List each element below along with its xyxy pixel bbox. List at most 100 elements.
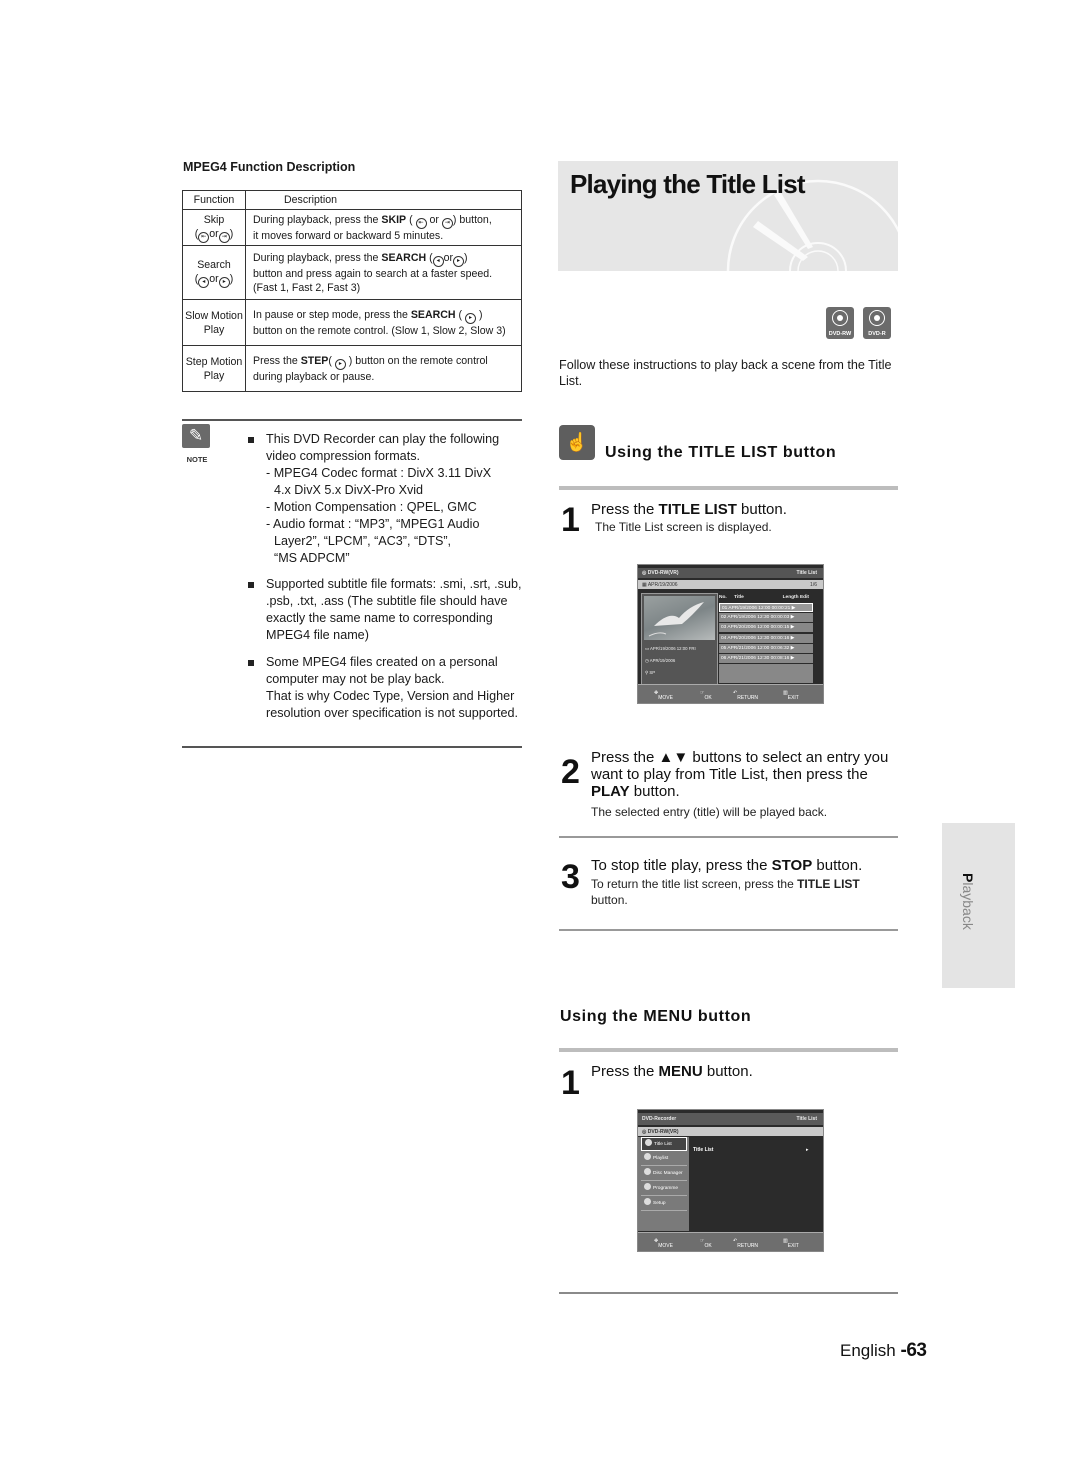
screen-footer: ✥ MOVE ☞ OK ↶ RETURN ▥ EXIT bbox=[638, 1232, 823, 1251]
skip-forward-icon: ⇥ bbox=[218, 231, 230, 243]
info-quality: ⚲ SP bbox=[645, 670, 656, 675]
title-list-screen: ◎ DVD-RW(VR) Title List ▦ APR/19/2006 1/… bbox=[637, 564, 824, 704]
step-note: The selected entry (title) will be playe… bbox=[591, 805, 828, 819]
table-row: Skip (⇤ or ⇥) During playback, press the S… bbox=[182, 209, 522, 246]
table-row: Slow Motion Play In pause or step mode, … bbox=[182, 299, 522, 346]
function-keys: (◂ or ▸) bbox=[183, 272, 245, 288]
step-instruction: To stop title play, press the STOP butto… bbox=[591, 857, 863, 874]
menu-item-playlist[interactable]: Playlist bbox=[641, 1152, 687, 1166]
skip-back-icon: ⇤ bbox=[198, 231, 210, 243]
skip-back-icon: ⇤ bbox=[415, 217, 427, 229]
step-note: To return the title list screen, press t… bbox=[591, 877, 860, 907]
mpeg4-table-heading: MPEG4 Function Description bbox=[183, 160, 356, 174]
seagull-image bbox=[648, 602, 704, 637]
screen-subheader: ◎ DVD-RW(VR) bbox=[638, 1127, 823, 1136]
menu-item-disc-manager[interactable]: Disc Manager bbox=[641, 1167, 687, 1181]
playlist-icon bbox=[644, 1153, 651, 1160]
title-row[interactable]: 05 APR/21/2006 12:00 00:06:32 ▶ bbox=[719, 643, 813, 653]
section-heading-menu: Using the MENU button bbox=[560, 1008, 752, 1025]
section-heading-title-list: Using the TITLE LIST button bbox=[605, 444, 837, 461]
mpeg4-function-table: Function Description Skip (⇤ or ⇥) During … bbox=[182, 190, 522, 392]
title-row[interactable]: 02 APR/19/2006 12:30 00:00:03 ▶ bbox=[719, 613, 813, 623]
info-date: ◷ APR/19/2006 bbox=[645, 658, 676, 663]
function-name: Skip bbox=[203, 213, 225, 226]
preview-panel: ▭ APR/19/2006 12:00 FRI ◷ APR/19/2006 ⚲ … bbox=[641, 593, 718, 687]
dvd-rw-badge: DVD-RW bbox=[826, 307, 854, 339]
date-label: ▦ APR/19/2006 bbox=[642, 582, 678, 588]
menu-item-programme[interactable]: Programme bbox=[641, 1182, 687, 1196]
note-subitems: - MPEG4 Codec format : DivX 3.11 DivX 4.… bbox=[266, 466, 492, 565]
function-cell: Slow Motion Play bbox=[182, 299, 246, 346]
menu-screen: DVD-Recorder Title List ◎ DVD-RW(VR) Tit… bbox=[637, 1109, 824, 1252]
search-forward-icon: ▸ bbox=[453, 255, 465, 267]
screen-subheader: ▦ APR/19/2006 1/6 bbox=[638, 580, 823, 589]
search-forward-icon: ▸ bbox=[465, 312, 476, 324]
disc-manager-icon bbox=[644, 1168, 651, 1175]
title-list-icon bbox=[645, 1139, 652, 1146]
description-cell: In pause or step mode, press the SEARCH … bbox=[245, 299, 522, 346]
description-cell: During playback, press the SKIP ( ⇤ or ⇥… bbox=[245, 209, 522, 246]
table-row: Search (◂ or ▸) During playback, press the… bbox=[182, 245, 522, 300]
bullet-icon bbox=[248, 582, 254, 588]
step-number: 1 bbox=[561, 501, 580, 539]
page-footer: English -63 bbox=[840, 1340, 927, 1361]
exit-hint: ▥ EXIT bbox=[783, 690, 799, 701]
menu-item-setup[interactable]: Setup bbox=[641, 1197, 687, 1211]
disc-source: ◎ DVD-RW(VR) bbox=[642, 1129, 679, 1135]
section-divider bbox=[559, 1048, 898, 1052]
disc-icon bbox=[832, 310, 848, 326]
programme-icon bbox=[644, 1183, 651, 1190]
function-keys: (⇤ or ⇥) bbox=[183, 227, 245, 243]
step-number: 2 bbox=[561, 753, 580, 791]
search-back-icon: ◂ bbox=[432, 255, 444, 267]
function-name: Slow Motion bbox=[185, 309, 243, 322]
column-header-function: Function bbox=[182, 190, 246, 210]
step-number: 1 bbox=[561, 1064, 580, 1102]
description-cell: Press the STEP( ▸ ) button on the remote… bbox=[245, 345, 522, 392]
bottom-divider bbox=[559, 1292, 898, 1294]
step-note: The Title List screen is displayed. bbox=[595, 520, 772, 534]
table-row: Step Motion Play Press the STEP( ▸ ) but… bbox=[182, 345, 522, 392]
empty-row-area bbox=[719, 664, 813, 683]
note-divider-bottom bbox=[182, 746, 522, 748]
arrow-right-icon: ▸ bbox=[806, 1147, 809, 1153]
page-title: Playing the Title List bbox=[570, 169, 806, 199]
description-cell: During playback, press the SEARCH (◂ or ▸)… bbox=[245, 245, 522, 300]
exit-hint: ▥ EXIT bbox=[783, 1238, 799, 1249]
search-back-icon: ◂ bbox=[198, 276, 210, 288]
screen-header: DVD-Recorder Title List bbox=[638, 1113, 823, 1125]
ok-hint: ☞ OK bbox=[700, 1238, 712, 1249]
bullet-icon bbox=[248, 660, 254, 666]
submenu-item[interactable]: Title List bbox=[693, 1147, 713, 1153]
function-name: Search bbox=[197, 258, 231, 271]
screen-footer: ✥ MOVE ☞ OK ↶ RETURN ▥ EXIT bbox=[638, 684, 823, 703]
step-number: 3 bbox=[561, 858, 580, 896]
title-row[interactable]: 04 APR/20/2006 12:30 00:00:16 ▶ bbox=[719, 633, 813, 643]
list-column-headers: No. Title Length Edit bbox=[719, 595, 809, 600]
return-hint: ↶ RETURN bbox=[733, 1238, 759, 1249]
gear-icon bbox=[644, 1198, 651, 1205]
dvd-r-badge: DVD-R bbox=[863, 307, 891, 339]
function-cell: Search (◂ or ▸) bbox=[182, 245, 246, 300]
title-row[interactable]: 06 APR/21/2006 12:30 00:08:16 ▶ bbox=[719, 654, 813, 663]
chapter-tab-playback: Playback bbox=[942, 823, 1015, 988]
function-name: Step Motion bbox=[185, 355, 243, 368]
step-instruction: Press the MENU button. bbox=[591, 1063, 753, 1080]
note-item: Some MPEG4 files created on a personal c… bbox=[248, 654, 523, 722]
function-cell: Skip (⇤ or ⇥) bbox=[182, 209, 246, 246]
menu-item-title-list[interactable]: Title List bbox=[641, 1137, 687, 1151]
pencil-icon: ✎ bbox=[182, 424, 210, 448]
search-forward-icon: ▸ bbox=[218, 276, 230, 288]
return-hint: ↶ RETURN bbox=[733, 690, 759, 701]
column-header-description: Description bbox=[245, 190, 522, 210]
bullet-icon bbox=[248, 437, 254, 443]
intro-text: Follow these instructions to play back a… bbox=[559, 358, 892, 388]
note-label: NOTE bbox=[186, 455, 208, 464]
title-row[interactable]: 03 APR/20/2006 12:00 00:00:15 ▶ bbox=[719, 623, 813, 633]
section-divider bbox=[559, 486, 898, 490]
step-divider bbox=[559, 929, 898, 931]
note-divider-top bbox=[182, 419, 522, 421]
note-item: Supported subtitle file formats: .smi, .… bbox=[248, 576, 523, 644]
title-row[interactable]: 01 APR/19/2006 12:00 00:00:21 ▶ bbox=[719, 603, 813, 612]
skip-forward-icon: ⇥ bbox=[441, 217, 453, 229]
